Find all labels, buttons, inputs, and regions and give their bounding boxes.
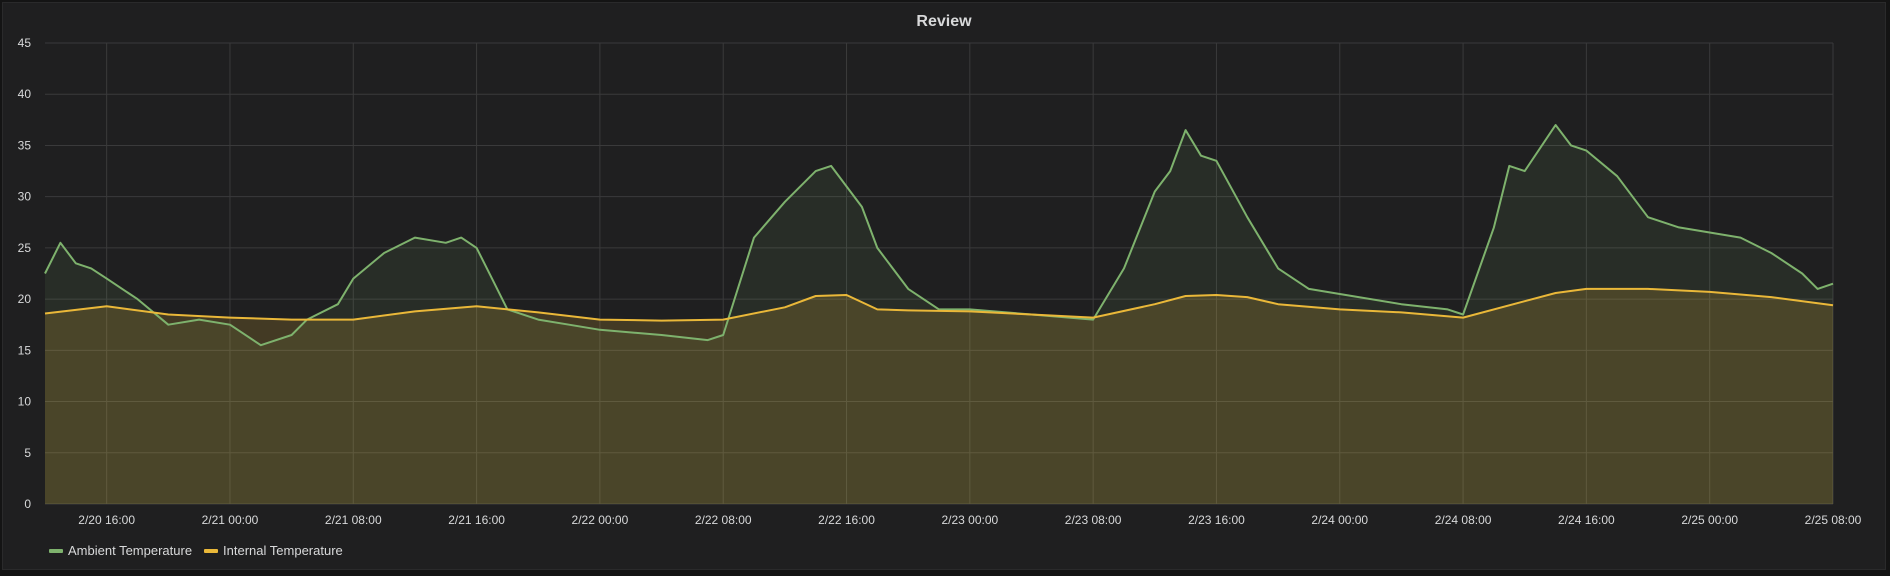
legend-swatch (49, 548, 63, 553)
x-tick-label: 2/23 16:00 (1188, 513, 1245, 527)
area-layer (45, 125, 1833, 504)
x-tick-label: 2/23 00:00 (941, 513, 998, 527)
legend: Ambient Temperature Internal Temperature (49, 543, 343, 558)
chart-panel: Review 0 5 10 15 20 25 30 35 40 45 2/20 16:00 2/21 … (2, 2, 1886, 570)
x-tick-label: 2/24 08:00 (1435, 513, 1492, 527)
y-tick-label: 20 (18, 292, 32, 306)
legend-swatch (204, 548, 219, 553)
legend-item-1[interactable]: Ambient Temperature (49, 543, 192, 558)
y-tick-label: 0 (24, 497, 31, 511)
x-tick-label: 2/22 00:00 (572, 513, 629, 527)
x-tick-label: 2/22 08:00 (695, 513, 752, 527)
series-area-2 (45, 288, 1833, 504)
x-tick-label: 2/23 08:00 (1065, 513, 1122, 527)
x-tick-label: 2/24 00:00 (1311, 513, 1368, 527)
x-tick-label: 2/25 00:00 (1681, 513, 1738, 527)
y-tick-label: 25 (18, 241, 32, 255)
y-tick-label: 35 (18, 138, 32, 152)
y-tick-label: 10 (18, 395, 32, 409)
y-tick-label: 40 (18, 87, 32, 101)
y-tick-label: 5 (24, 446, 31, 460)
x-tick-label: 2/25 08:00 (1805, 513, 1862, 527)
x-tick-label: 2/21 16:00 (448, 513, 505, 527)
legend-item-2[interactable]: Internal Temperature (204, 543, 343, 558)
y-tick-label: 45 (18, 36, 32, 50)
x-tick-label: 2/24 16:00 (1558, 513, 1615, 527)
legend-label: Internal Temperature (223, 543, 343, 558)
y-tick-label: 15 (18, 343, 32, 357)
x-tick-label: 2/20 16:00 (78, 513, 135, 527)
x-tick-label: 2/22 16:00 (818, 513, 875, 527)
legend-label: Ambient Temperature (68, 543, 193, 558)
x-tick-label: 2/21 00:00 (202, 513, 259, 527)
x-tick-label: 2/21 08:00 (325, 513, 382, 527)
y-tick-label: 30 (18, 190, 32, 204)
chart-plot[interactable]: 0 5 10 15 20 25 30 35 40 45 2/20 16:00 2/21 00:00 2/… (3, 3, 1887, 543)
